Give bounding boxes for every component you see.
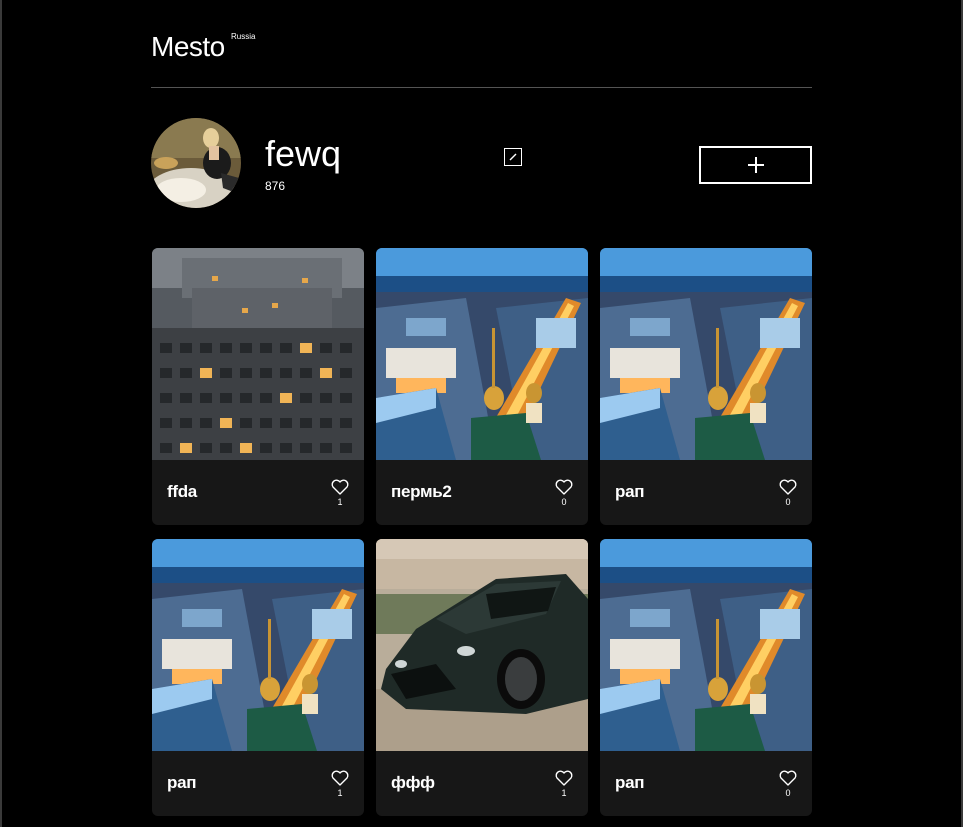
card: ффф 1: [376, 539, 588, 816]
like-count: 1: [337, 497, 343, 507]
site-header: Mesto Russia: [151, 31, 812, 88]
like-group: 1: [553, 769, 575, 798]
like-group: 0: [777, 769, 799, 798]
logo-superscript: Russia: [231, 32, 256, 41]
like-button[interactable]: [779, 478, 798, 495]
heart-icon: [779, 479, 797, 495]
like-group: 1: [329, 478, 351, 507]
add-card-button[interactable]: [699, 146, 812, 184]
card-image[interactable]: [376, 539, 588, 751]
card-image[interactable]: [152, 248, 364, 460]
like-button[interactable]: [331, 769, 350, 786]
window-left-border: [0, 0, 2, 827]
like-count: 0: [785, 497, 791, 507]
heart-icon: [555, 479, 573, 495]
card: рап 0: [600, 539, 812, 816]
card-title: рап: [615, 773, 645, 792]
logo[interactable]: Mesto: [151, 31, 225, 63]
card: пермь2 0: [376, 248, 588, 525]
card-title: рап: [615, 482, 645, 501]
edit-profile-button[interactable]: [504, 148, 522, 166]
like-count: 1: [561, 788, 567, 798]
avatar[interactable]: [151, 118, 241, 208]
heart-icon: [331, 479, 349, 495]
profile: fewq 876: [151, 118, 812, 208]
card: рап 1: [152, 539, 364, 816]
like-group: 0: [553, 478, 575, 507]
card: рап 0: [600, 248, 812, 525]
like-button[interactable]: [779, 769, 798, 786]
like-button[interactable]: [331, 478, 350, 495]
like-count: 0: [561, 497, 567, 507]
profile-name: fewq: [265, 133, 342, 174]
like-count: 0: [785, 788, 791, 798]
card-image[interactable]: [152, 539, 364, 751]
like-group: 0: [777, 478, 799, 507]
like-count: 1: [337, 788, 343, 798]
card-title: рап: [167, 773, 197, 792]
heart-icon: [331, 770, 349, 786]
like-button[interactable]: [555, 769, 574, 786]
card-title: ffda: [167, 482, 197, 501]
card-image[interactable]: [376, 248, 588, 460]
card-image[interactable]: [600, 539, 812, 751]
heart-icon: [555, 770, 573, 786]
card-image[interactable]: [600, 248, 812, 460]
heart-icon: [779, 770, 797, 786]
like-button[interactable]: [555, 478, 574, 495]
like-group: 1: [329, 769, 351, 798]
card-title: пермь2: [391, 482, 452, 501]
card: ffda 1: [152, 248, 364, 525]
profile-about: 876: [265, 179, 286, 193]
plus-icon: [747, 157, 764, 173]
pencil-icon: [509, 153, 517, 161]
card-title: ффф: [391, 773, 435, 792]
